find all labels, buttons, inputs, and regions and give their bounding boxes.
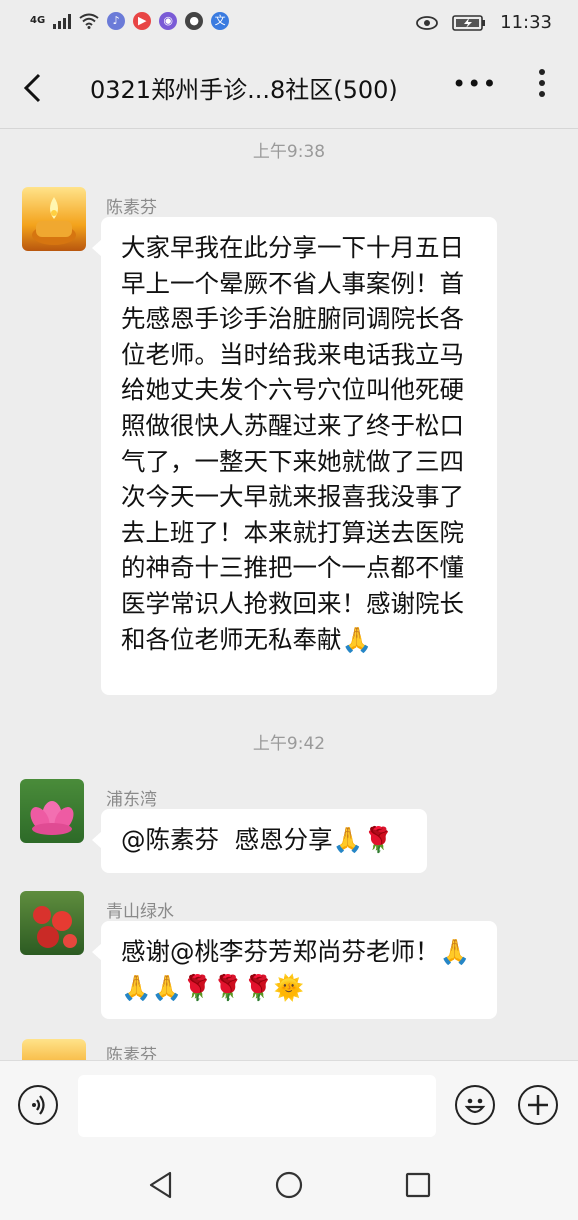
lock-app-icon: ◉ — [159, 12, 178, 30]
sender-name: 浦东湾 — [106, 790, 157, 810]
back-arrow-icon — [23, 73, 41, 103]
avatar[interactable] — [20, 779, 84, 843]
timestamp: 上午9:42 — [252, 734, 326, 754]
timestamp: 上午9:38 — [252, 142, 326, 162]
eye-icon — [416, 15, 439, 30]
nav-back-button[interactable] — [146, 1170, 176, 1200]
chat-header: 0321郑州手诊...8社区(500) ••• — [0, 48, 578, 129]
add-icon — [528, 1095, 548, 1115]
lotus-avatar-icon — [30, 801, 74, 835]
voice-icon — [32, 1095, 45, 1115]
music-app-icon: ♪ — [107, 12, 126, 30]
nav-recent-button[interactable] — [403, 1170, 433, 1200]
nav-recent-icon — [405, 1172, 431, 1198]
vertical-dots-icon — [539, 69, 545, 97]
signal-icon — [53, 13, 72, 29]
sender-name: 陈素芬 — [106, 198, 157, 218]
message-bubble[interactable]: @陈素芬 感恩分享🙏🌹 — [92, 809, 427, 873]
message-bubble[interactable]: 感谢@桃李芬芳郑尚芬老师！🙏🙏🙏🌹🌹🌹🌞 — [92, 921, 497, 1019]
chat-app-icon: ● — [185, 12, 204, 30]
message-bubble[interactable]: 大家早我在此分享一下十月五日早上一个晕厥不省人事案例！首先感恩手诊手治脏腑同调院… — [92, 217, 497, 695]
translate-app-icon: 文 — [211, 12, 230, 30]
message-list[interactable]: 上午9:38 陈素芬 大家早我在此分享一下十月五日早上一个晕厥不省人事案例！首先… — [0, 129, 578, 1060]
emoji-icon — [464, 1098, 486, 1114]
system-nav-bar — [0, 1148, 578, 1220]
avatar[interactable] — [22, 1039, 86, 1060]
network-type: 4G — [30, 15, 46, 26]
battery-icon — [452, 14, 486, 31]
clock: 11:33 — [500, 12, 552, 33]
chat-title: 0321郑州手诊...8社区(500) — [90, 76, 398, 104]
voice-button[interactable] — [18, 1085, 58, 1125]
avatar[interactable] — [20, 891, 84, 955]
more-options-button[interactable] — [532, 68, 552, 98]
add-button[interactable] — [518, 1085, 558, 1125]
avatar[interactable] — [22, 187, 86, 251]
group-info-button[interactable]: ••• — [452, 70, 497, 98]
video-app-icon: ▶ — [133, 12, 152, 30]
nav-home-icon — [275, 1171, 303, 1199]
input-bar — [0, 1060, 578, 1149]
candle-avatar-icon — [32, 197, 76, 245]
emoji-button[interactable] — [455, 1085, 495, 1125]
flower-avatar-icon — [33, 906, 77, 948]
nav-home-button[interactable] — [274, 1170, 304, 1200]
sender-name: 青山绿水 — [106, 902, 174, 922]
back-button[interactable] — [22, 72, 50, 103]
sender-name: 陈素芬 — [106, 1046, 157, 1060]
message-input[interactable] — [78, 1075, 436, 1137]
status-bar: 4G ♪ ▶ ◉ ● 文 11:33 — [0, 0, 578, 48]
wifi-icon — [79, 13, 99, 29]
nav-back-icon — [149, 1171, 172, 1199]
